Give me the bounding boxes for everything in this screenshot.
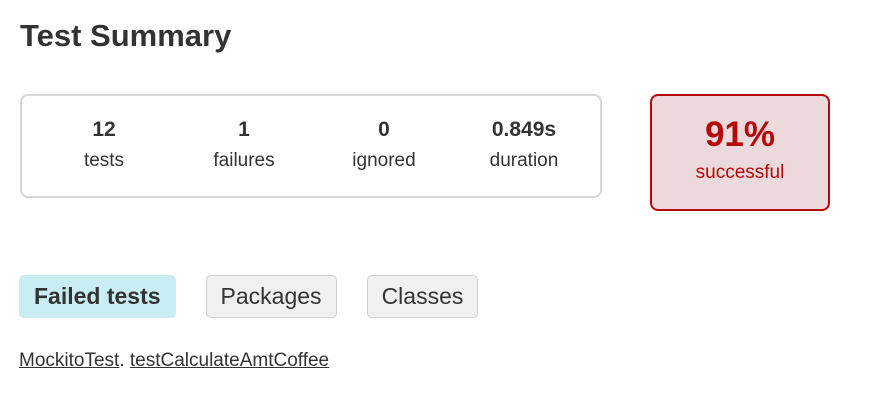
counter-duration: 0.849s duration bbox=[454, 116, 594, 176]
tab-bar: Failed tests Packages Classes bbox=[19, 275, 479, 318]
summary-counters: 12 tests 1 failures 0 ignored 0.849s dur… bbox=[20, 94, 602, 198]
counter-duration-value: 0.849s bbox=[491, 118, 557, 141]
failed-test-separator: . bbox=[119, 350, 125, 371]
failed-tests-list: MockitoTest. testCalculateAmtCoffee bbox=[19, 348, 329, 374]
counter-ignored-label: ignored bbox=[352, 150, 416, 171]
success-rate-percent: 91% bbox=[704, 115, 776, 154]
counter-tests-label: tests bbox=[83, 150, 125, 171]
counter-failures-value: 1 bbox=[238, 118, 250, 141]
counter-duration-label: duration bbox=[489, 150, 559, 171]
counter-tests-value: 12 bbox=[92, 118, 116, 141]
failed-test-method-link[interactable]: testCalculateAmtCoffee bbox=[130, 350, 329, 371]
tab-packages[interactable]: Packages bbox=[205, 275, 337, 318]
counter-failures-label: failures bbox=[213, 150, 275, 171]
counter-tests: 12 tests bbox=[34, 116, 174, 176]
failed-test-class-link[interactable]: MockitoTest bbox=[19, 350, 119, 371]
counter-failures: 1 failures bbox=[174, 116, 314, 176]
success-rate-label: successful bbox=[695, 162, 785, 183]
page-title: Test Summary bbox=[20, 18, 232, 53]
tab-failed-tests[interactable]: Failed tests bbox=[19, 275, 176, 318]
tab-classes[interactable]: Classes bbox=[366, 275, 479, 318]
list-item: MockitoTest. testCalculateAmtCoffee bbox=[19, 348, 329, 374]
counter-ignored: 0 ignored bbox=[314, 116, 454, 176]
success-rate-box: 91% successful bbox=[650, 94, 830, 211]
test-summary-page: Test Summary 12 tests 1 failures 0 ignor… bbox=[0, 0, 869, 420]
counter-ignored-value: 0 bbox=[378, 118, 390, 141]
